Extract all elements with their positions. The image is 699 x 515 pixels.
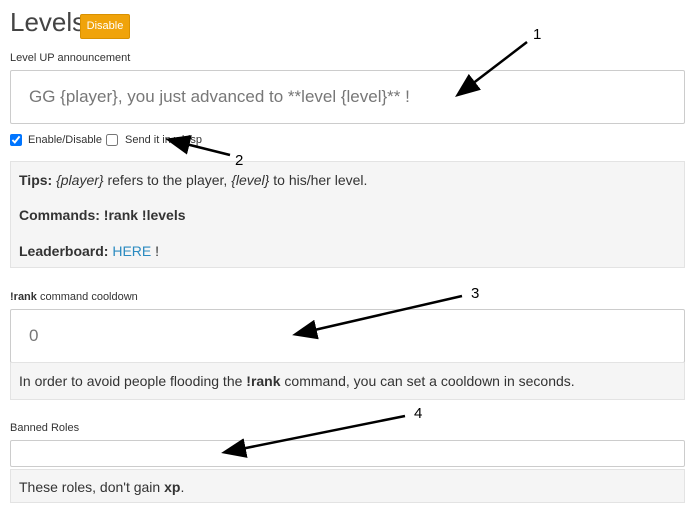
whisp-label: Send it in whisp [125,134,203,146]
annotation-number-1: 1 [533,26,542,43]
cooldown-label: !rank command cooldown [10,291,138,303]
banned-roles-input[interactable] [10,440,685,467]
player-variable: {player} [56,172,104,188]
banned-help-prefix: These roles, don't gain [19,479,161,495]
tips-line: Tips: {player} refers to the player, {le… [19,172,367,188]
whisp-checkbox[interactable] [106,134,118,146]
cooldown-label-command: !rank [10,291,37,303]
leaderboard-suffix: ! [155,243,160,259]
cooldown-help-text: In order to avoid people flooding the !r… [19,373,575,389]
announcement-label: Level UP announcement [10,52,131,64]
level-variable: {level} [231,172,270,188]
disable-button[interactable]: Disable [80,14,130,39]
cooldown-help-panel: In order to avoid people flooding the !r… [10,362,685,400]
options-row: Enable/Disable Send it in whisp [10,134,202,146]
commands-label: Commands: [19,207,100,223]
banned-roles-help-panel: These roles, don't gain xp. [10,469,685,503]
enable-label: Enable/Disable [28,134,102,146]
cooldown-help-suffix: command, you can set a cooldown in secon… [284,373,575,389]
cooldown-label-text: command cooldown [39,291,138,303]
cooldown-help-command: !rank [246,373,281,389]
banned-help-bold: xp [164,479,181,495]
enable-checkbox[interactable] [10,134,22,146]
annotation-number-2: 2 [235,152,244,169]
cooldown-help-prefix: In order to avoid people flooding the [19,373,243,389]
announcement-input[interactable] [10,70,685,124]
annotation-number-3: 3 [471,285,480,302]
page-title: Levels [10,7,86,37]
leaderboard-link[interactable]: HERE [112,243,151,259]
tips-text-2: to his/her level. [273,172,368,188]
tips-label: Tips: [19,172,53,188]
banned-help-suffix: . [180,479,185,495]
cooldown-input[interactable] [10,309,685,363]
commands-line: Commands: !rank !levels [19,207,186,223]
banned-help-text: These roles, don't gain xp. [19,479,184,495]
leaderboard-label: Leaderboard: [19,243,109,259]
leaderboard-line: Leaderboard: HERE ! [19,243,159,259]
tips-panel: Tips: {player} refers to the player, {le… [10,161,685,268]
commands-value: !rank !levels [103,207,186,223]
tips-text-1: refers to the player, [107,172,228,188]
banned-roles-label: Banned Roles [10,422,80,434]
annotation-number-4: 4 [414,405,423,422]
